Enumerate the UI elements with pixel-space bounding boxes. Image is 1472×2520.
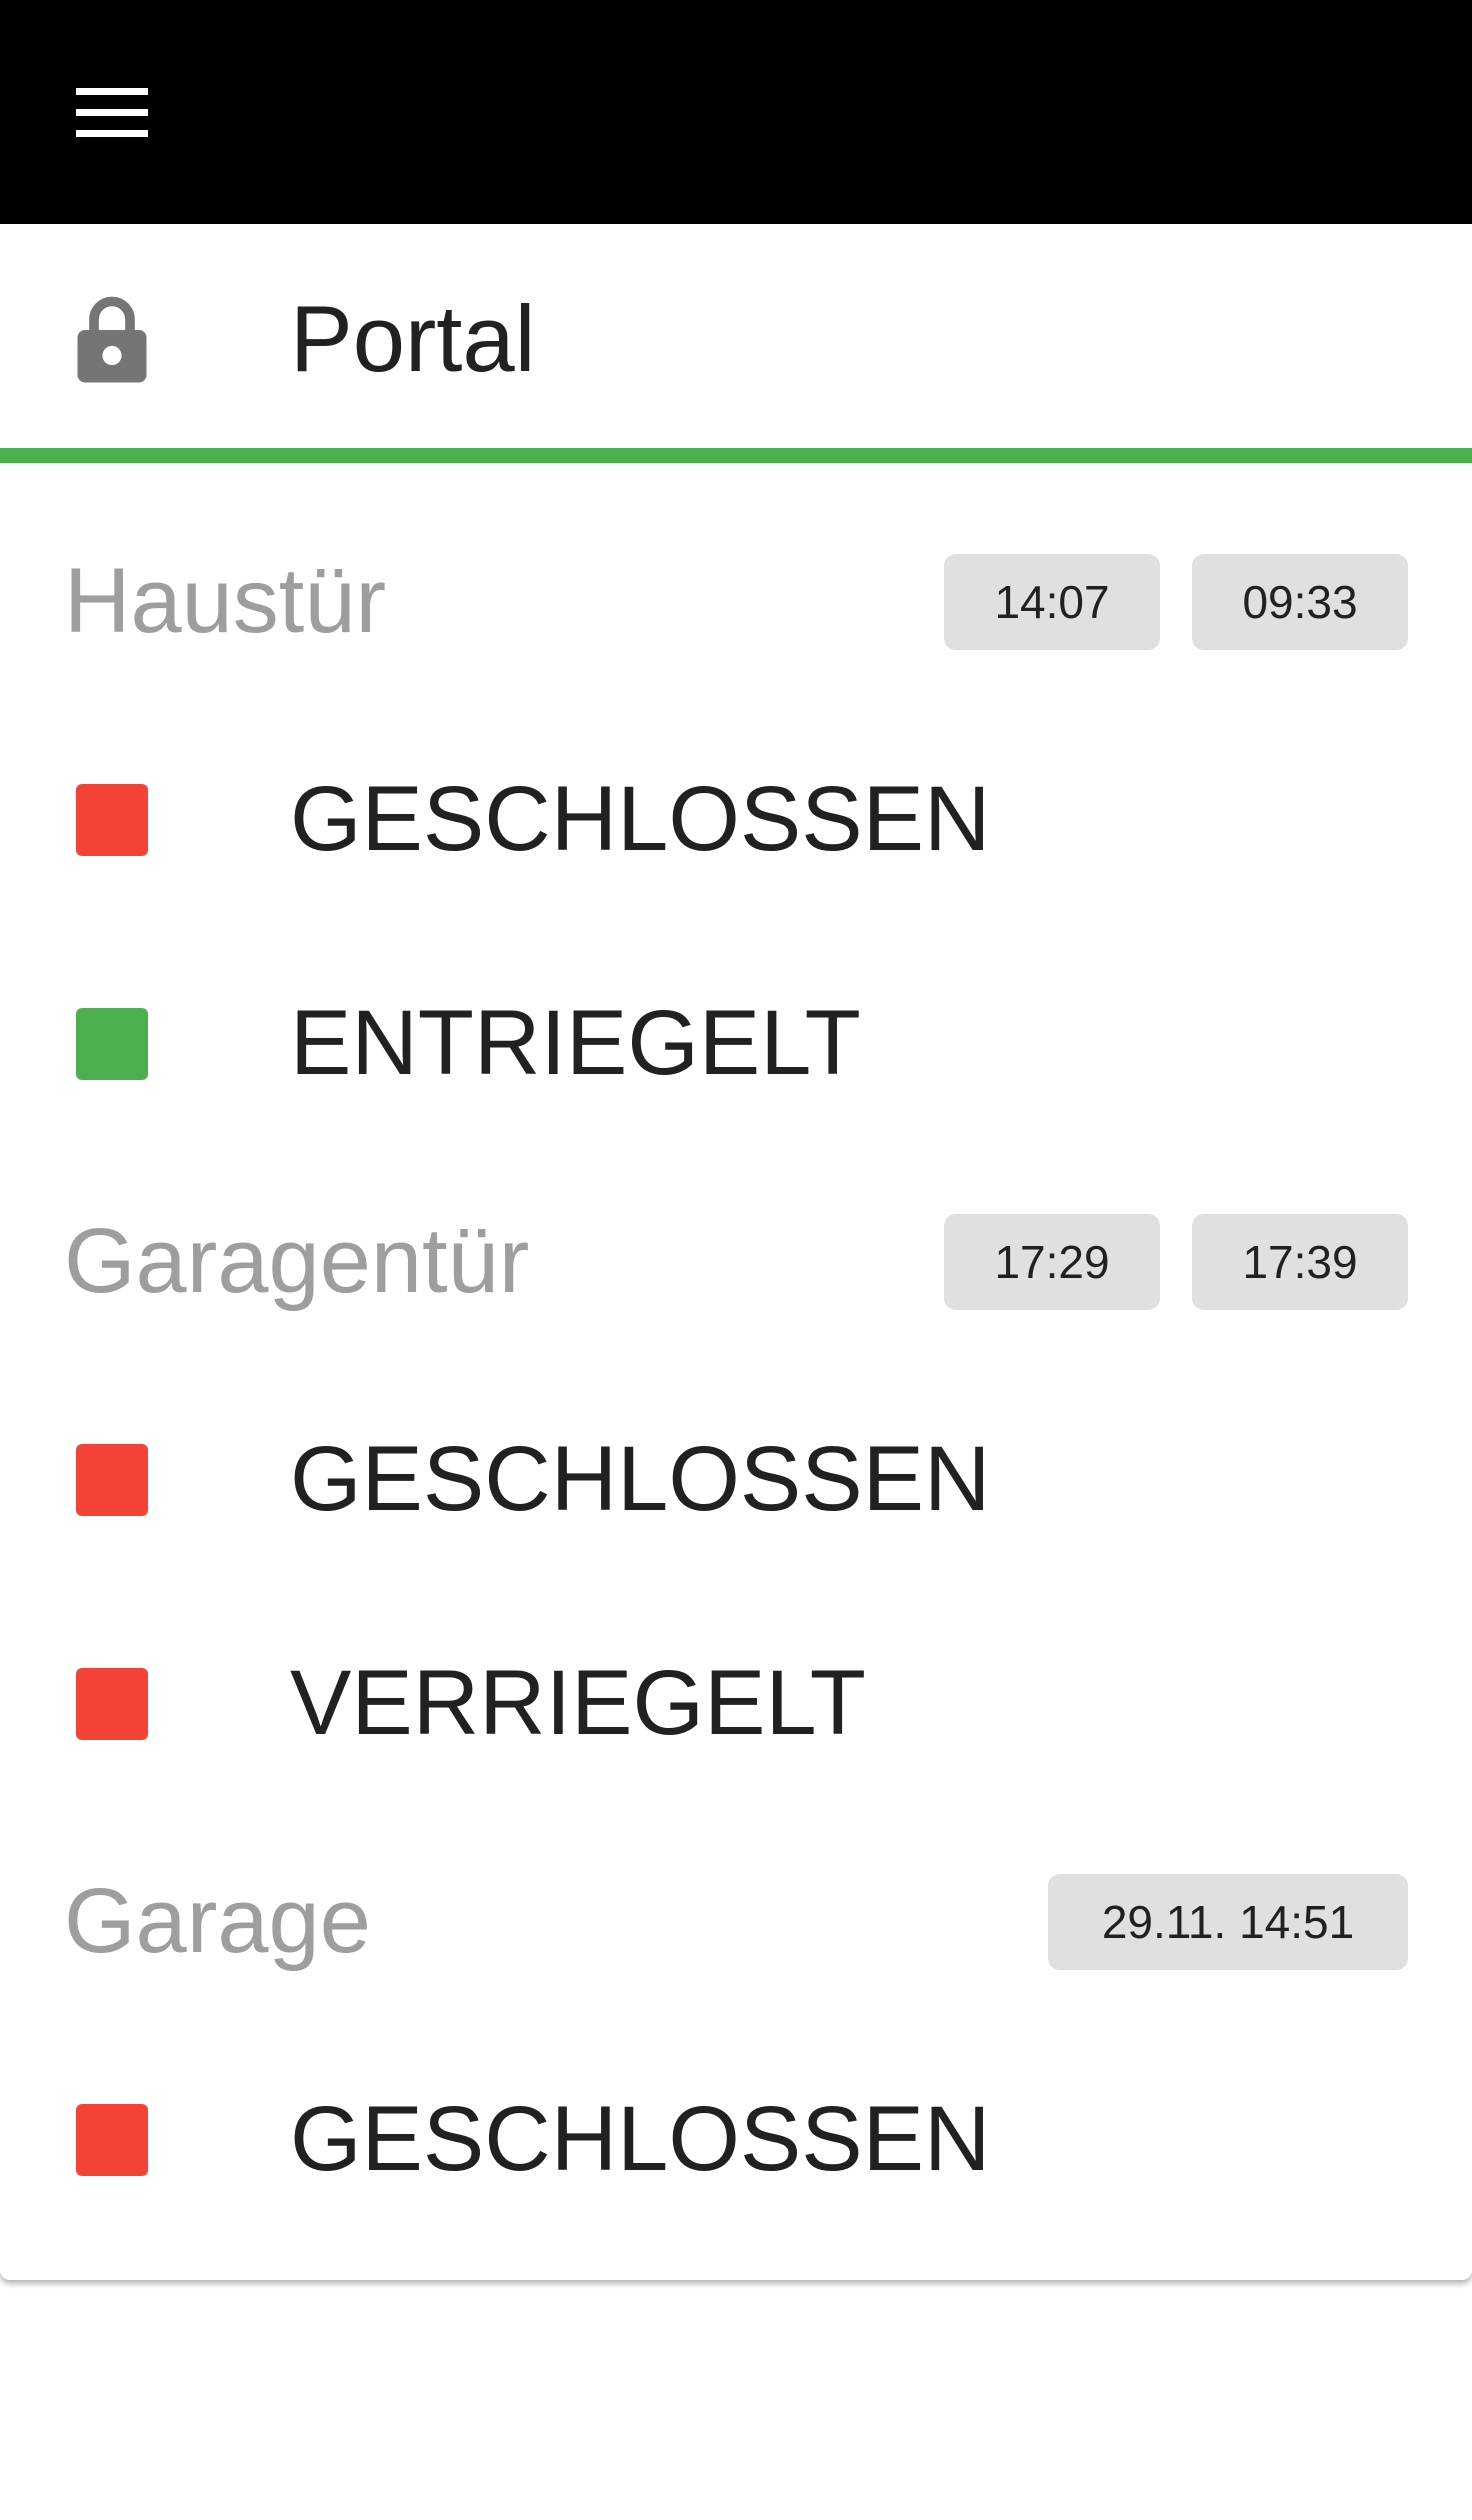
status-label: GESCHLOSSEN bbox=[290, 2088, 991, 2190]
accent-divider bbox=[0, 448, 1472, 463]
portal-card: Portal Haustür 14:07 09:33 GESCHLOSSEN E… bbox=[0, 224, 1472, 2280]
status-indicator-green bbox=[76, 1008, 148, 1080]
timestamp-chip[interactable]: 17:39 bbox=[1192, 1214, 1408, 1310]
status-label: ENTRIEGELT bbox=[290, 992, 861, 1094]
lock-icon bbox=[77, 296, 147, 383]
group-title-haustuer: Haustür bbox=[64, 550, 387, 652]
status-label: GESCHLOSSEN bbox=[290, 768, 991, 870]
card-title: Portal bbox=[290, 286, 536, 391]
status-indicator-red bbox=[76, 2104, 148, 2176]
status-row-haustuer-entriegelt[interactable]: ENTRIEGELT bbox=[0, 944, 1472, 1144]
timestamp-chip[interactable]: 29.11. 14:51 bbox=[1048, 1874, 1408, 1970]
status-row-garagentuer-geschlossen[interactable]: GESCHLOSSEN bbox=[0, 1380, 1472, 1580]
group-title-garagentuer: Garagentür bbox=[64, 1210, 530, 1312]
status-row-garage-geschlossen[interactable]: GESCHLOSSEN bbox=[0, 2040, 1472, 2240]
status-indicator-red bbox=[76, 784, 148, 856]
status-label: GESCHLOSSEN bbox=[290, 1428, 991, 1530]
status-indicator-red bbox=[76, 1444, 148, 1516]
status-label: VERRIEGELT bbox=[290, 1652, 866, 1754]
timestamp-chip[interactable]: 17:29 bbox=[944, 1214, 1160, 1310]
timestamp-chip[interactable]: 14:07 bbox=[944, 554, 1160, 650]
top-app-bar bbox=[0, 0, 1472, 224]
hamburger-menu-icon[interactable] bbox=[54, 66, 170, 158]
group-title-garage: Garage bbox=[64, 1870, 371, 1972]
status-row-garagentuer-verriegelt[interactable]: VERRIEGELT bbox=[0, 1604, 1472, 1804]
status-row-haustuer-geschlossen[interactable]: GESCHLOSSEN bbox=[0, 720, 1472, 920]
card-header: Portal bbox=[0, 224, 1472, 448]
status-indicator-red bbox=[76, 1668, 148, 1740]
timestamp-chip[interactable]: 09:33 bbox=[1192, 554, 1408, 650]
